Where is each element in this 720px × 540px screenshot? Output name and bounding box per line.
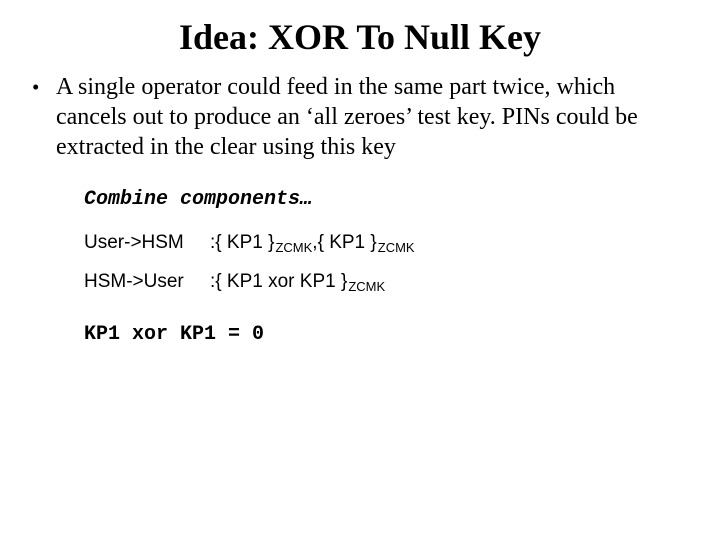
detail-block: Combine components… User->HSM : { KP1 } … [0,162,720,346]
protocol-row-1: User->HSM : { KP1 } ZCMK , { KP1 } ZCMK [84,229,680,258]
identity-line: KP1 xor KP1 = 0 [84,323,680,346]
subscript: ZCMK [275,234,312,262]
protocol-row-1-left: User->HSM [84,229,210,258]
slide-title: Idea: XOR To Null Key [0,0,720,68]
protocol-row-1-right: : { KP1 } ZCMK , { KP1 } ZCMK [210,229,415,258]
bullet-block: • A single operator could feed in the sa… [0,68,720,162]
protocol-row-2-left: HSM->User [84,268,210,297]
subscript: ZCMK [348,273,385,301]
bullet-text: A single operator could feed in the same… [56,72,680,162]
expr-part: { KP1 } [318,229,377,257]
protocol-table: User->HSM : { KP1 } ZCMK , { KP1 } ZCMK … [84,229,680,297]
combine-heading: Combine components… [84,188,680,211]
bullet-mark: • [28,72,56,102]
protocol-row-2: HSM->User : { KP1 xor KP1 } ZCMK [84,268,680,297]
expr-part: { KP1 xor KP1 } [215,268,347,296]
subscript: ZCMK [378,234,415,262]
protocol-row-2-right: : { KP1 xor KP1 } ZCMK [210,268,385,297]
slide: Idea: XOR To Null Key • A single operato… [0,0,720,540]
expr-part: { KP1 } [215,229,274,257]
bullet-row: • A single operator could feed in the sa… [28,72,680,162]
